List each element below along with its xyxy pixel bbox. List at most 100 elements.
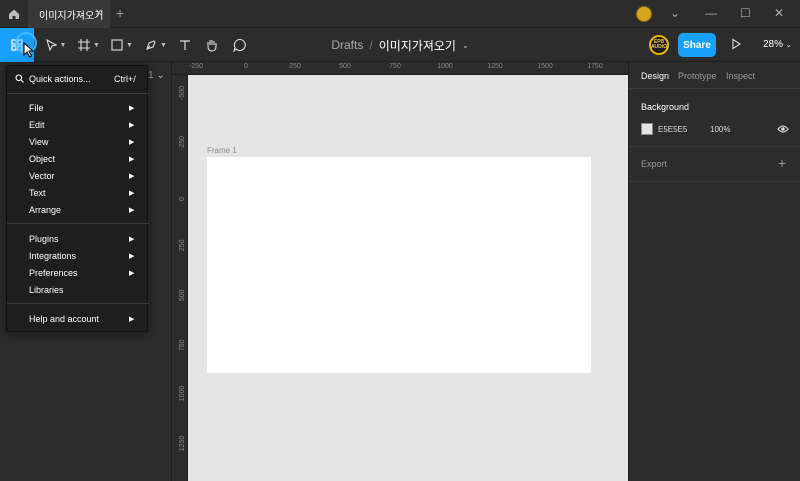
menu-item-edit[interactable]: Edit ▶ (7, 116, 149, 133)
ruler-tick: 1250 (179, 435, 186, 452)
chevron-right-icon: ▶ (129, 206, 135, 214)
menu-item-vector[interactable]: Vector ▶ (7, 167, 149, 184)
chevron-right-icon: ▶ (129, 269, 135, 277)
menu-item-view[interactable]: View ▶ (7, 133, 149, 150)
home-icon[interactable] (0, 0, 28, 28)
menu-item-label: View (29, 136, 49, 147)
zoom-level: 28% (763, 39, 784, 50)
eye-icon[interactable] (777, 124, 789, 137)
ruler-tick: 250 (179, 239, 186, 252)
maximize-button[interactable]: ☐ (740, 6, 751, 20)
account-avatar[interactable] (636, 6, 652, 22)
properties-tabs: Design Prototype Inspect (629, 62, 800, 89)
play-icon (732, 38, 742, 50)
chevron-down-icon[interactable]: ▼ (60, 42, 67, 49)
menu-separator (7, 223, 149, 224)
user-avatar[interactable]: EPB AUDIO (649, 35, 669, 55)
ruler-tick: 1500 (537, 63, 553, 70)
toolbar: Drafts / 이미지가져오기 ⌄ ▼ ▼ ▼ ▼ EPB AUDIO Sha… (0, 28, 800, 62)
menu-item-text[interactable]: Text ▶ (7, 184, 149, 201)
add-export-button[interactable]: + (778, 155, 786, 171)
close-window-button[interactable]: ✕ (774, 6, 784, 20)
background-color-swatch[interactable] (641, 123, 653, 135)
chevron-right-icon: ▶ (129, 121, 135, 129)
ruler-tick: 1000 (437, 63, 453, 70)
new-tab-button[interactable]: + (116, 6, 124, 20)
rectangle-icon (111, 39, 123, 51)
move-tool[interactable]: ▼ (42, 28, 70, 62)
menu-item-label: Plugins (29, 233, 59, 244)
chevron-right-icon: ▶ (129, 315, 135, 323)
present-button[interactable] (730, 38, 742, 53)
breadcrumb-drafts[interactable]: Drafts (331, 38, 363, 52)
chevron-right-icon: ▶ (129, 172, 135, 180)
ruler-tick: 250 (289, 63, 301, 70)
chevron-right-icon: ▶ (129, 189, 135, 197)
chevron-right-icon: ▶ (129, 138, 135, 146)
menu-item-label: Edit (29, 119, 45, 130)
ruler-tick: 500 (179, 289, 186, 302)
tab-inspect[interactable]: Inspect (726, 71, 755, 81)
divider (629, 181, 800, 182)
menu-item-label: Quick actions... (29, 73, 91, 84)
chevron-right-icon: ▶ (129, 252, 135, 260)
ruler-tick: 750 (179, 339, 186, 352)
menu-item-label: Text (29, 187, 46, 198)
menu-item-arrange[interactable]: Arrange ▶ (7, 201, 149, 218)
move-icon (45, 39, 57, 51)
comment-icon (233, 38, 246, 52)
close-tab-icon[interactable]: ✕ (95, 8, 103, 19)
tab-design[interactable]: Design (641, 71, 669, 81)
menu-item-plugins[interactable]: Plugins ▶ (7, 230, 149, 247)
file-tab[interactable]: 이미지가져오기 ✕ (28, 0, 110, 28)
mouse-cursor-icon (23, 41, 35, 61)
menu-item-integrations[interactable]: Integrations ▶ (7, 247, 149, 264)
hand-tool[interactable] (203, 28, 221, 62)
chevron-down-icon[interactable]: ▼ (93, 42, 100, 49)
chevron-down-icon[interactable]: ⌄ (670, 6, 680, 20)
chevron-down-icon[interactable]: ⌄ (462, 41, 469, 50)
menu-item-file[interactable]: File ▶ (7, 99, 149, 116)
minimize-button[interactable]: — (705, 6, 717, 20)
menu-item-libraries[interactable]: Libraries (7, 281, 149, 298)
comment-tool[interactable] (231, 28, 249, 62)
ruler-tick: 1750 (587, 63, 603, 70)
pen-tool[interactable]: ▼ (142, 28, 170, 62)
frame-tool[interactable]: ▼ (76, 28, 102, 62)
ruler-tick: 1000 (179, 385, 186, 402)
menu-item-label: Libraries (29, 284, 64, 295)
menu-separator (7, 303, 149, 304)
page-selector[interactable]: 1 ⌄ (148, 70, 165, 81)
menu-item-help-and-account[interactable]: Help and account ▶ (7, 310, 149, 327)
tab-prototype[interactable]: Prototype (678, 71, 717, 81)
menu-separator (7, 93, 149, 94)
menu-shortcut: Ctrl+/ (114, 73, 136, 84)
file-name[interactable]: 이미지가져오기 (379, 37, 456, 54)
ruler-tick: 0 (244, 63, 248, 70)
zoom-dropdown[interactable]: 28% ⌄ (763, 39, 792, 50)
frame-label[interactable]: Frame 1 (207, 146, 237, 155)
ruler-tick: 1250 (487, 63, 503, 70)
shape-tool[interactable]: ▼ (108, 28, 136, 62)
menu-item-quick-actions[interactable]: Quick actions... Ctrl+/ (7, 70, 149, 87)
chevron-down-icon[interactable]: ▼ (126, 42, 133, 49)
ruler-tick: -500 (179, 85, 186, 100)
pen-icon (146, 40, 156, 50)
text-icon (180, 40, 190, 50)
background-section-title: Background (641, 102, 690, 112)
search-icon (15, 74, 24, 83)
ruler-top: -250 0 250 500 750 1000 1250 1500 1750 (172, 62, 628, 75)
menu-item-object[interactable]: Object ▶ (7, 150, 149, 167)
menu-item-preferences[interactable]: Preferences ▶ (7, 264, 149, 281)
canvas[interactable]: Frame 1 (188, 75, 628, 481)
frame-icon (78, 39, 91, 51)
background-hex-value[interactable]: E5E5E5 (658, 125, 687, 134)
text-tool[interactable] (176, 28, 194, 62)
background-opacity[interactable]: 100% (710, 125, 730, 134)
menu-item-label: Help and account (29, 313, 100, 324)
ruler-tick: 500 (339, 63, 351, 70)
menu-item-label: Integrations (29, 250, 77, 261)
chevron-down-icon[interactable]: ▼ (160, 42, 167, 49)
share-button[interactable]: Share (678, 33, 716, 57)
frame-1[interactable] (207, 157, 591, 373)
